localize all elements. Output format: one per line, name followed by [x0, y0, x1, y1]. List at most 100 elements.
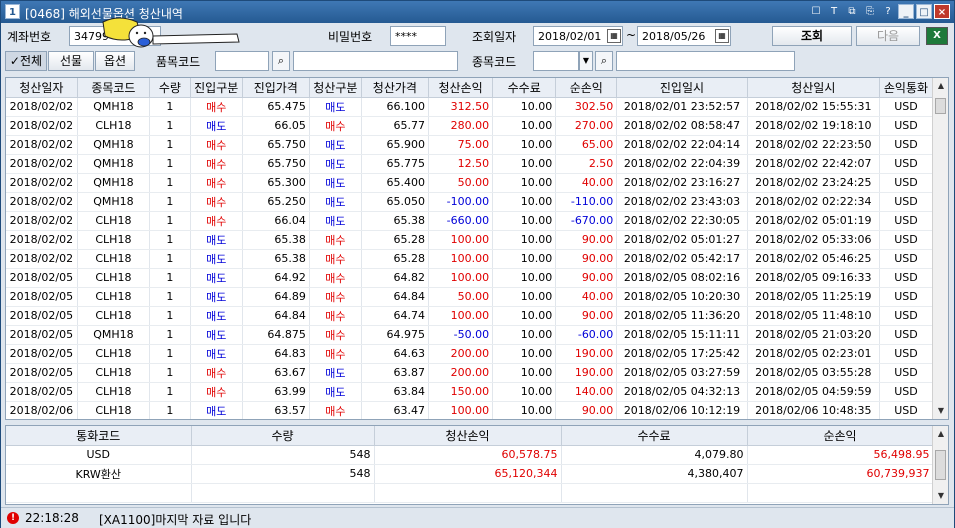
- table-cell: 2018/02/02 22:42:07: [747, 154, 880, 174]
- table-row[interactable]: 2018/02/05 CLH18 1 매도 64.83 매수 64.63 200.00 10.0…: [6, 344, 934, 364]
- table-cell: 2018/02/05 21:03:20: [747, 325, 880, 345]
- summary-cell: 548: [191, 445, 375, 465]
- excel-export-icon[interactable]: X: [926, 27, 948, 45]
- item-code-field[interactable]: [533, 51, 579, 71]
- text-icon[interactable]: T: [826, 4, 842, 19]
- password-label: 비밀번호: [328, 30, 373, 44]
- maximize-button[interactable]: □: [916, 4, 932, 19]
- table-row[interactable]: 2018/02/05 QMH18 1 매도 64.875 매수 64.975 -50.00 10…: [6, 325, 934, 345]
- column-header[interactable]: 손익통화: [879, 78, 934, 98]
- column-header[interactable]: 수량: [149, 78, 191, 98]
- password-field[interactable]: ****: [390, 26, 446, 46]
- tab-options[interactable]: 옵션: [95, 51, 135, 71]
- table-row[interactable]: 2018/02/02 CLH18 1 매도 66.05 매수 65.77 280.00 10.0…: [6, 116, 934, 136]
- column-header[interactable]: 종목코드: [77, 78, 151, 98]
- table-cell: CLH18: [77, 268, 151, 288]
- tab-futures[interactable]: 선물: [48, 51, 94, 71]
- search-button[interactable]: 조회: [772, 26, 852, 46]
- column-header[interactable]: 청산일자: [6, 78, 78, 98]
- product-search-icon[interactable]: ⌕: [272, 51, 290, 71]
- table-row[interactable]: 2018/02/05 CLH18 1 매수 63.67 매도 63.87 200.00 10.0…: [6, 363, 934, 383]
- summary-cell: [747, 483, 934, 503]
- table-cell: 2018/02/02 05:33:06: [747, 230, 880, 250]
- column-header[interactable]: 청산구분: [309, 78, 362, 98]
- summary-scroll-up-icon[interactable]: ▲: [933, 426, 948, 442]
- item-code-dropdown-icon[interactable]: ▼: [579, 51, 593, 71]
- table-cell: USD: [879, 97, 934, 117]
- table-cell: 매도: [309, 135, 362, 155]
- help-icon[interactable]: ?: [880, 4, 896, 19]
- item-search-icon[interactable]: ⌕: [595, 51, 613, 71]
- tab-all[interactable]: ✓전체: [5, 51, 47, 71]
- table-row[interactable]: 2018/02/06 CLH18 1 매도 63.57 매수 63.47 100.00 10.0…: [6, 401, 934, 419]
- table-cell: 매도: [309, 97, 362, 117]
- close-button[interactable]: ×: [934, 4, 950, 19]
- table-cell: 65.400: [361, 173, 429, 193]
- table-cell: 매수: [190, 154, 243, 174]
- table-cell: USD: [879, 192, 934, 212]
- scroll-up-icon[interactable]: ▲: [933, 78, 948, 94]
- table-cell: 매도: [309, 363, 362, 383]
- table-cell: 2018/02/05 10:20:30: [616, 287, 748, 307]
- table-row[interactable]: 2018/02/05 CLH18 1 매도 64.89 매수 64.84 50.00 10.00…: [6, 287, 934, 307]
- copy-icon[interactable]: ⧉: [844, 4, 860, 19]
- table-cell: USD: [879, 211, 934, 231]
- table-cell: QMH18: [77, 154, 151, 174]
- summary-scroll-down-icon[interactable]: ▼: [933, 488, 948, 504]
- table-row[interactable]: 2018/02/02 CLH18 1 매도 65.38 매수 65.28 100.00 10.0…: [6, 249, 934, 269]
- table-cell: 10.00: [492, 401, 557, 419]
- table-cell: USD: [879, 173, 934, 193]
- scroll-down-icon[interactable]: ▼: [933, 403, 948, 419]
- table-row[interactable]: 2018/02/02 QMH18 1 매수 65.250 매도 65.050 -100.00 1…: [6, 192, 934, 212]
- column-header[interactable]: 청산손익: [428, 78, 494, 98]
- table-cell: 매수: [309, 268, 362, 288]
- grid-scrollbar[interactable]: ▲ ▼: [932, 78, 948, 419]
- table-row[interactable]: 2018/02/05 CLH18 1 매도 64.84 매수 64.74 100.00 10.0…: [6, 306, 934, 326]
- summary-scroll-thumb[interactable]: [935, 450, 946, 480]
- table-row[interactable]: 2018/02/02 QMH18 1 매수 65.750 매도 65.775 12.50 10.…: [6, 154, 934, 174]
- table-row[interactable]: 2018/02/02 CLH18 1 매수 66.04 매도 65.38 -660.00 10.…: [6, 211, 934, 231]
- column-header[interactable]: 청산일시: [747, 78, 880, 98]
- table-row[interactable]: 2018/02/02 QMH18 1 매수 65.300 매도 65.400 50.00 10.…: [6, 173, 934, 193]
- table-cell: 280.00: [428, 116, 494, 136]
- table-row[interactable]: 2018/02/02 CLH18 1 매도 65.38 매수 65.28 100.00 10.0…: [6, 230, 934, 250]
- table-cell: -670.00: [555, 211, 618, 231]
- calendar-from-icon[interactable]: ▦: [607, 29, 621, 43]
- column-header[interactable]: 청산가격: [361, 78, 429, 98]
- table-cell: 10.00: [492, 116, 557, 136]
- table-cell: 10.00: [492, 287, 557, 307]
- calendar-to-icon[interactable]: ▦: [715, 29, 729, 43]
- table-row[interactable]: 2018/02/05 CLH18 1 매도 64.92 매수 64.82 100.00 10.0…: [6, 268, 934, 288]
- table-cell: 63.47: [361, 401, 429, 419]
- column-header[interactable]: 순손익: [555, 78, 618, 98]
- summary-scrollbar[interactable]: ▲ ▼: [932, 426, 948, 504]
- minimize-button[interactable]: _: [898, 4, 914, 19]
- column-header[interactable]: 진입일시: [616, 78, 748, 98]
- table-cell: 2018/02/05 08:02:16: [616, 268, 748, 288]
- table-row[interactable]: 2018/02/02 QMH18 1 매수 65.750 매도 65.900 75.00 10.…: [6, 135, 934, 155]
- link-window-icon[interactable]: ☐: [808, 4, 824, 19]
- next-button[interactable]: 다음: [856, 26, 920, 46]
- summary-header: 통화코드 수량 청산손익 수수료 순손익: [6, 426, 934, 446]
- table-cell: 65.475: [242, 97, 310, 117]
- print-icon[interactable]: ⎘: [862, 4, 878, 19]
- column-header[interactable]: 수수료: [492, 78, 557, 98]
- table-cell: 매수: [309, 306, 362, 326]
- table-cell: 2.50: [555, 154, 618, 174]
- item-name-field: [616, 51, 795, 71]
- account-label: 계좌번호: [7, 30, 52, 44]
- table-cell: 65.38: [361, 211, 429, 231]
- column-header[interactable]: 진입구분: [190, 78, 243, 98]
- table-row[interactable]: 2018/02/05 CLH18 1 매수 63.99 매도 63.84 150.00 10.0…: [6, 382, 934, 402]
- product-code-field[interactable]: [215, 51, 269, 71]
- table-row[interactable]: 2018/02/02 QMH18 1 매수 65.475 매도 66.100 312.50 10…: [6, 97, 934, 117]
- table-cell: 1: [149, 154, 191, 174]
- table-cell: 66.100: [361, 97, 429, 117]
- table-cell: 매도: [190, 230, 243, 250]
- settlement-grid: 청산일자 종목코드 수량 진입구분 진입가격 청산구분 청산가격 청산손익 수수료 순손익 진입일시…: [5, 77, 949, 420]
- column-header[interactable]: 진입가격: [242, 78, 310, 98]
- summary-cell: 56,498.95: [747, 445, 934, 465]
- table-cell: USD: [879, 344, 934, 364]
- table-cell: 40.00: [555, 173, 618, 193]
- scroll-thumb[interactable]: [935, 98, 946, 114]
